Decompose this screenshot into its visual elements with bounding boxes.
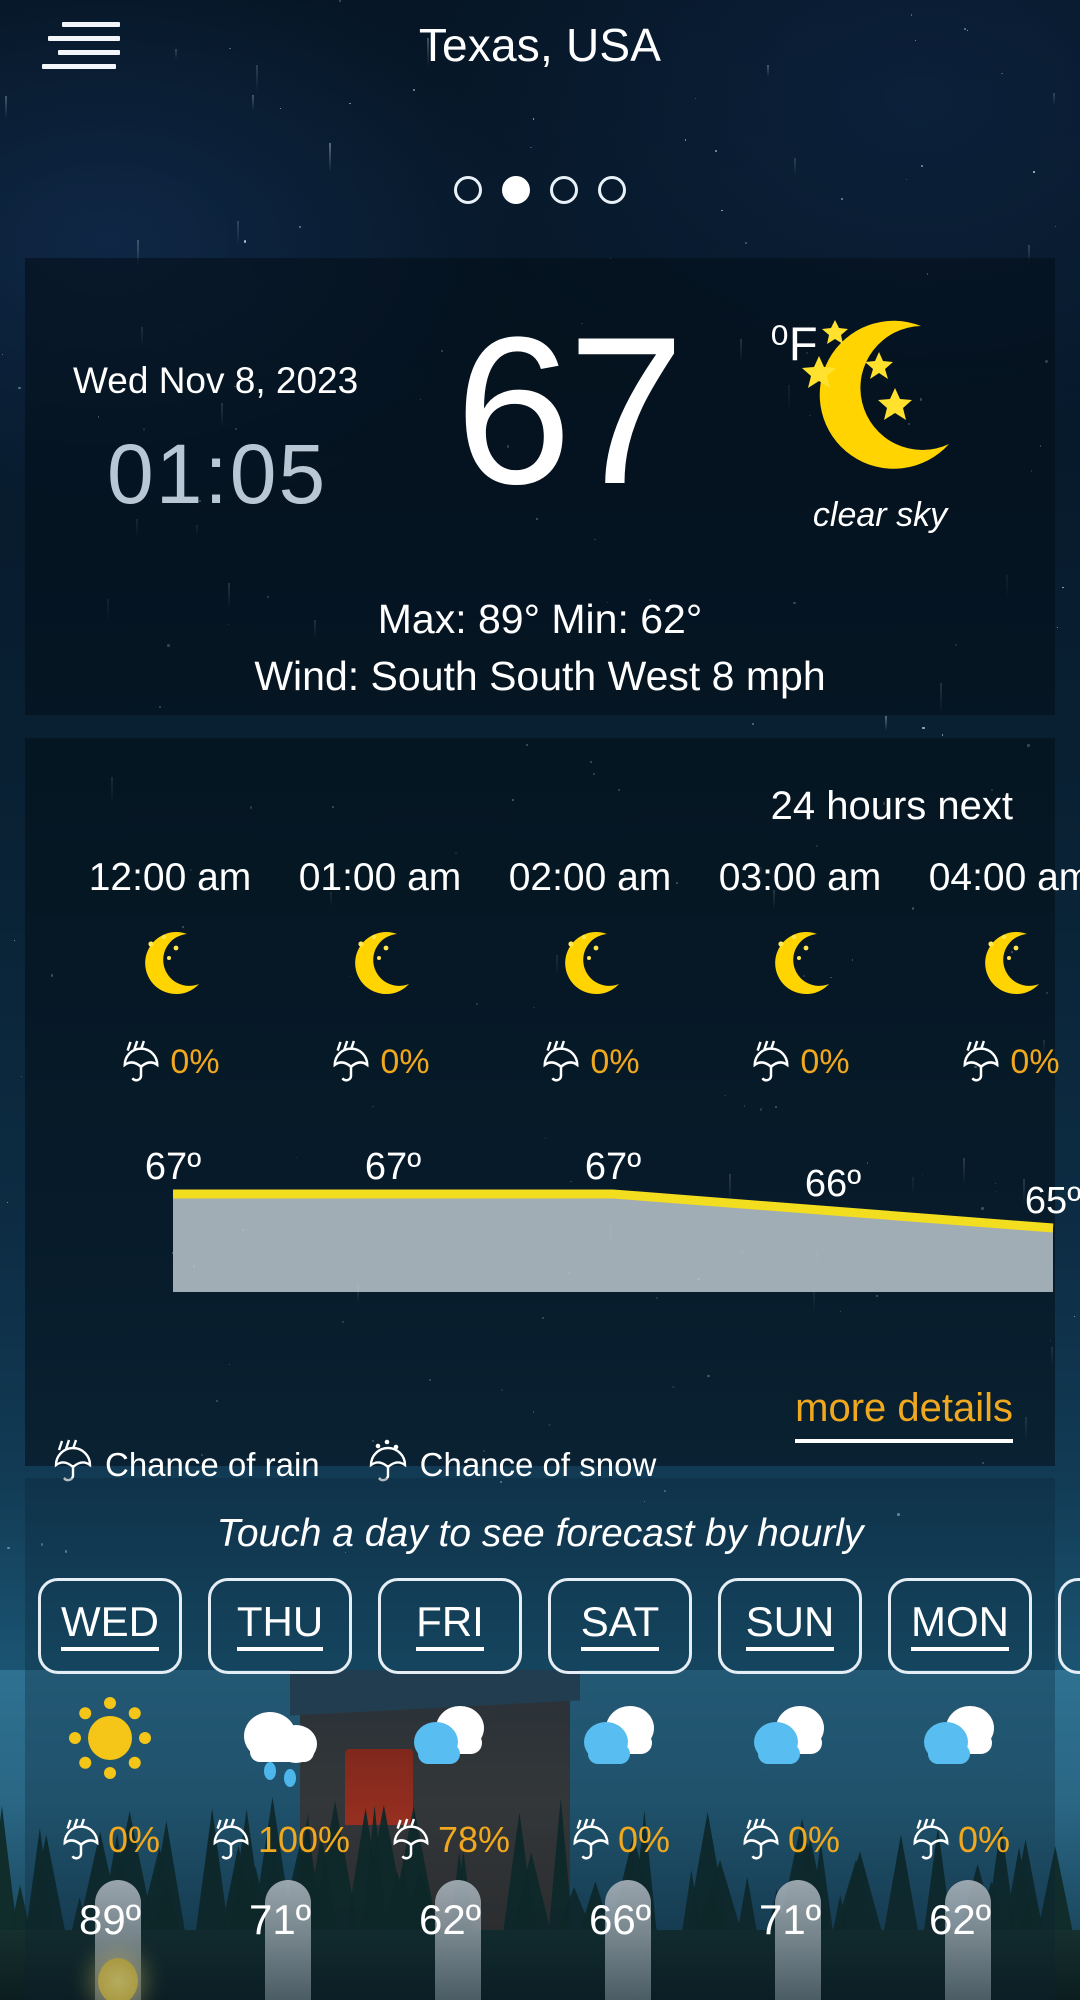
chart-point-label: 67º bbox=[365, 1146, 421, 1189]
hourly-precipitation: 0% bbox=[275, 1038, 485, 1091]
day-temperature: 71º bbox=[718, 1896, 862, 1944]
wind-info: Wind: South South West 8 mph bbox=[25, 653, 1055, 700]
day-chip-sun[interactable]: SUN bbox=[718, 1578, 862, 1674]
day-label: WED bbox=[61, 1601, 159, 1651]
moon-stars-icon bbox=[65, 928, 275, 1003]
day-chip-sat[interactable]: SAT bbox=[548, 1578, 692, 1674]
current-temperature: 67 bbox=[455, 306, 681, 516]
day-icon-row bbox=[38, 1692, 1055, 1792]
hourly-precipitation-row: 0% 0% 0% 0% 0% bbox=[65, 1038, 1055, 1091]
day-label: SUN bbox=[746, 1601, 835, 1651]
cloudy-icon bbox=[888, 1692, 1032, 1792]
hourly-icon-row bbox=[65, 928, 1055, 1003]
chart-point-label: 67º bbox=[585, 1146, 641, 1189]
sun-icon bbox=[38, 1692, 182, 1792]
day-temperature: 66º bbox=[548, 1896, 692, 1944]
day-label: SAT bbox=[581, 1601, 660, 1651]
chart-point-label: 66º bbox=[805, 1163, 861, 1206]
more-details-link[interactable]: more details bbox=[795, 1386, 1013, 1443]
day-precipitation: 100% bbox=[208, 1816, 352, 1864]
hourly-precipitation: 0% bbox=[905, 1038, 1080, 1091]
page-dot-3[interactable] bbox=[550, 176, 578, 204]
current-condition: clear sky bbox=[765, 496, 995, 535]
current-weather-card: Wed Nov 8, 2023 01:05 67 ⁰F clear sky Ma… bbox=[25, 258, 1055, 715]
hourly-time: 01:00 am bbox=[275, 856, 485, 900]
day-precipitation: 0% bbox=[548, 1816, 692, 1864]
hourly-heading: 24 hours next bbox=[771, 784, 1013, 829]
day-precipitation: 0% bbox=[718, 1816, 862, 1864]
current-date: Wed Nov 8, 2023 bbox=[73, 360, 358, 402]
page-title: Texas, USA bbox=[0, 18, 1080, 72]
day-precipitation-row: 0% 100% 78% 0% 0% 0% bbox=[38, 1816, 1055, 1864]
page-dot-4[interactable] bbox=[598, 176, 626, 204]
day-label: MON bbox=[911, 1601, 1009, 1651]
daily-forecast-card: Touch a day to see forecast by hourly WE… bbox=[25, 1478, 1055, 2000]
hourly-precipitation: 0% bbox=[65, 1038, 275, 1091]
rain-cloud-icon bbox=[208, 1692, 352, 1792]
hourly-time: 02:00 am bbox=[485, 856, 695, 900]
cloudy-icon bbox=[718, 1692, 862, 1792]
hourly-forecast-card: 24 hours next 12:00 am 01:00 am 02:00 am 03… bbox=[25, 738, 1055, 1466]
max-min-temperature: Max: 89° Min: 62° bbox=[25, 596, 1055, 643]
chart-point-label: 67º bbox=[145, 1146, 201, 1189]
moon-stars-icon bbox=[783, 308, 973, 478]
day-temperature: 62º bbox=[888, 1896, 1032, 1944]
hourly-precipitation: 0% bbox=[485, 1038, 695, 1091]
hourly-time: 04:00 am bbox=[905, 856, 1080, 900]
day-temperature-row: 89º 71º 62º 66º 71º 62º bbox=[38, 1896, 1055, 1944]
day-precipitation: 0% bbox=[888, 1816, 1032, 1864]
moon-stars-icon bbox=[275, 928, 485, 1003]
page-dot-1[interactable] bbox=[454, 176, 482, 204]
day-temperature: 62º bbox=[378, 1896, 522, 1944]
moon-stars-icon bbox=[905, 928, 1080, 1003]
weather-app-screen: Texas, USA Wed Nov 8, 2023 01:05 67 ⁰F c… bbox=[0, 0, 1080, 2000]
day-chip-thu[interactable]: THU bbox=[208, 1578, 352, 1674]
page-dot-2[interactable] bbox=[502, 176, 530, 204]
day-chip-partial[interactable] bbox=[1058, 1578, 1080, 1674]
day-precipitation: 78% bbox=[378, 1816, 522, 1864]
day-precipitation: 0% bbox=[38, 1816, 182, 1864]
day-label: THU bbox=[237, 1601, 323, 1651]
hourly-time-row: 12:00 am 01:00 am 02:00 am 03:00 am 04:00 am bbox=[65, 856, 1055, 900]
day-temperature: 71º bbox=[208, 1896, 352, 1944]
hourly-time: 03:00 am bbox=[695, 856, 905, 900]
cloudy-icon bbox=[548, 1692, 692, 1792]
top-bar: Texas, USA bbox=[0, 0, 1080, 100]
page-indicator bbox=[0, 176, 1080, 204]
cloudy-icon bbox=[378, 1692, 522, 1792]
hourly-temperature-chart: 67º 67º 67º 66º 65º bbox=[153, 1182, 1073, 1292]
day-chip-row: WED THU FRI SAT SUN MON bbox=[38, 1578, 1055, 1674]
day-chip-mon[interactable]: MON bbox=[888, 1578, 1032, 1674]
current-time: 01:05 bbox=[107, 426, 327, 523]
day-chip-wed[interactable]: WED bbox=[38, 1578, 182, 1674]
moon-stars-icon bbox=[695, 928, 905, 1003]
chart-point-label: 65º bbox=[1025, 1180, 1080, 1223]
daily-hint-text: Touch a day to see forecast by hourly bbox=[25, 1512, 1055, 1556]
day-label: FRI bbox=[416, 1601, 484, 1651]
moon-stars-icon bbox=[485, 928, 695, 1003]
hourly-time: 12:00 am bbox=[65, 856, 275, 900]
day-chip-fri[interactable]: FRI bbox=[378, 1578, 522, 1674]
hourly-precipitation: 0% bbox=[695, 1038, 905, 1091]
day-temperature: 89º bbox=[38, 1896, 182, 1944]
